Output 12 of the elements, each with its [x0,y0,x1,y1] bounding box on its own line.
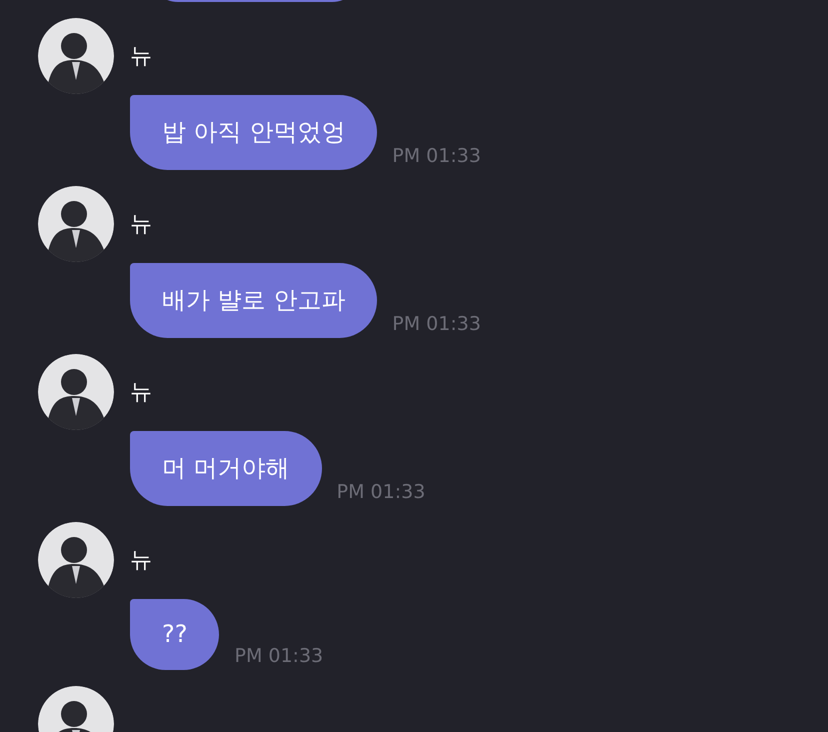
message-bubble: 밥 아직 안먹었엉 [130,95,378,170]
message-bubble: 머 머거야해 [130,431,322,506]
message-time: PM 01:33 [234,645,324,669]
message-bubble: 배가 뱔로 안고파 [130,263,378,338]
sender-name: 뉴 [130,379,152,407]
sender-name: 뉴 [130,547,152,575]
message-time: PM 01:33 [336,481,426,505]
sender-name: 뉴 [130,43,152,71]
message-time: PM 01:33 [392,313,481,337]
message-time: PM 01:33 [392,145,481,169]
sender-name: 뉴 [130,211,152,239]
message-bubble: ?? [130,599,220,670]
